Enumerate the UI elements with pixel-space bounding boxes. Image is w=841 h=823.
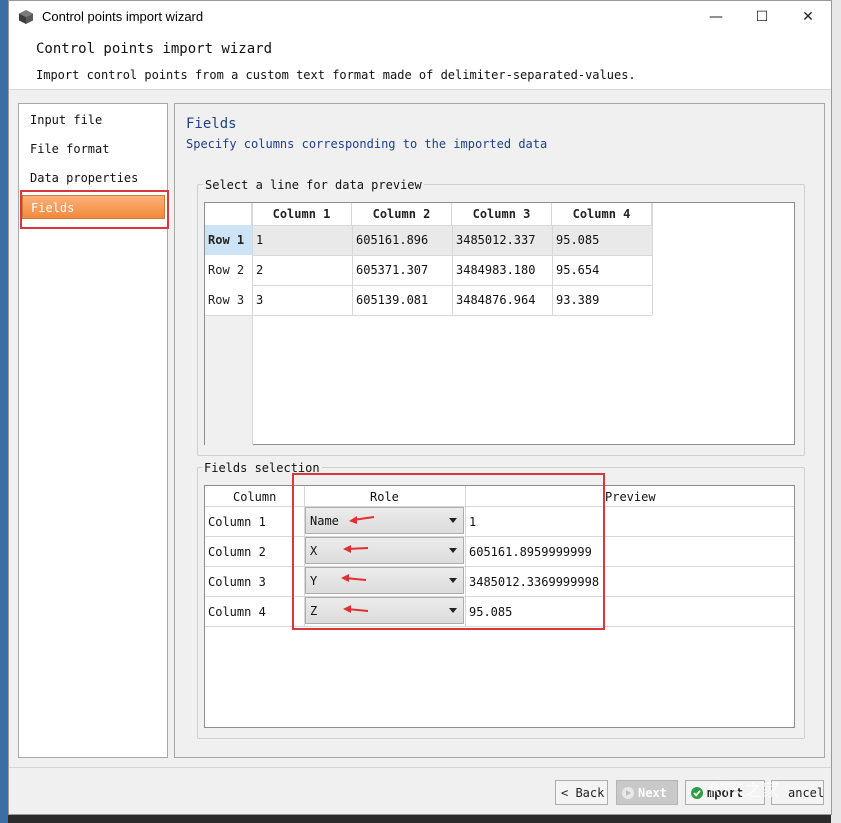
preview-cell[interactable]: 605161.896 [356, 233, 428, 247]
preview-cell[interactable]: 1 [256, 233, 263, 247]
annotation-highlight-fields-step [20, 190, 169, 229]
preview-cell[interactable]: 605139.081 [356, 293, 428, 307]
grid-line [452, 225, 453, 315]
fields-page: Fields Specify columns corresponding to … [174, 103, 825, 758]
page-title: Fields [186, 116, 237, 132]
grid-line [552, 225, 553, 315]
footer-divider [9, 767, 831, 768]
page-subtitle: Specify columns corresponding to the imp… [186, 137, 548, 151]
close-button[interactable]: ✕ [785, 1, 831, 32]
fields-header-column: Column [233, 490, 277, 504]
preview-cell[interactable]: 605371.307 [356, 263, 428, 277]
preview-cell[interactable]: 3484876.964 [456, 293, 535, 307]
grid-line [252, 203, 253, 445]
step-data-properties[interactable]: Data properties [22, 166, 165, 190]
grid-line [205, 315, 652, 316]
preview-cell[interactable]: 3484983.180 [456, 263, 535, 277]
preview-cell[interactable]: 95.654 [556, 263, 599, 277]
col-header-4[interactable]: Column 4 [552, 203, 652, 225]
grid-line [205, 285, 652, 286]
preview-cell[interactable]: 3 [256, 293, 263, 307]
preview-cell[interactable]: 93.389 [556, 293, 599, 307]
maximize-button[interactable]: ☐ [739, 1, 785, 32]
wizard-window: Control points import wizard — ☐ ✕ Contr… [8, 0, 832, 815]
step-input-file[interactable]: Input file [22, 108, 165, 132]
back-button-label: < Back [561, 785, 605, 800]
col-header-3[interactable]: Column 3 [452, 203, 552, 225]
arrow-right-circle-icon [622, 786, 634, 799]
annotation-highlight-roles [292, 473, 605, 630]
window-title: Control points import wizard [42, 9, 204, 24]
preview-group-label: Select a line for data preview [203, 178, 424, 192]
preview-cell[interactable]: 2 [256, 263, 263, 277]
fields-column-label: Column 2 [208, 545, 266, 559]
step-file-format[interactable]: File format [22, 137, 165, 161]
window-controls: — ☐ ✕ [693, 1, 831, 32]
preview-cell[interactable]: 95.085 [556, 233, 599, 247]
next-button[interactable]: Next [616, 780, 678, 805]
fields-column-label: Column 1 [208, 515, 266, 529]
checkmark-circle-icon [691, 786, 703, 799]
col-header-2[interactable]: Column 2 [352, 203, 452, 225]
minimize-button[interactable]: — [693, 1, 739, 32]
fields-header-preview: Preview [605, 490, 656, 504]
preview-table[interactable]: Column 1 Column 2 Column 3 Column 4 Row … [204, 202, 795, 445]
grid-line [652, 203, 653, 315]
background-window-right [831, 0, 841, 823]
preview-cell[interactable]: 3485012.337 [456, 233, 535, 247]
next-button-label: Next [638, 785, 667, 800]
col-header-1[interactable]: Column 1 [252, 203, 352, 225]
row-header-2[interactable]: Row 2 [205, 255, 252, 285]
fields-column-label: Column 3 [208, 575, 266, 589]
back-button[interactable]: < Back [555, 780, 608, 805]
fields-column-label: Column 4 [208, 605, 266, 619]
corner-header [205, 203, 252, 225]
grid-line [205, 225, 652, 226]
wizard-title: Control points import wizard [36, 41, 273, 57]
grid-line [352, 225, 353, 315]
title-bar[interactable]: Control points import wizard — ☐ ✕ [9, 1, 831, 32]
row-header-3[interactable]: Row 3 [205, 285, 252, 315]
app-cube-icon [19, 9, 33, 24]
background-desktop-left [0, 0, 8, 823]
wizard-header: Control points import wizard Import cont… [9, 32, 831, 90]
wizard-subtitle: Import control points from a custom text… [36, 68, 636, 82]
row-header-1[interactable]: Row 1 [205, 225, 252, 255]
watermark-text: RTK之家 [709, 781, 781, 801]
grid-line [205, 255, 652, 256]
